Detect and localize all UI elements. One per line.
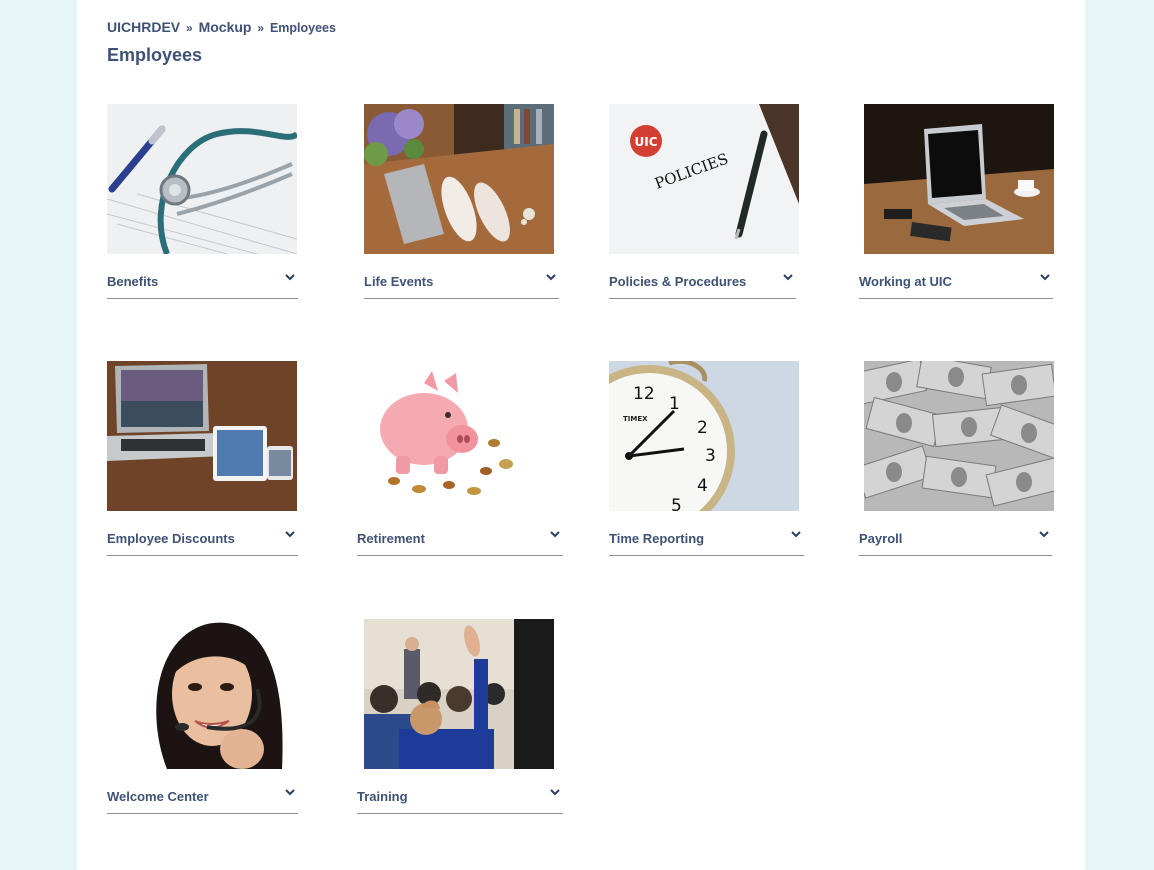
benefits-dropdown[interactable]: Benefits — [107, 270, 298, 299]
headset-agent-photo — [107, 619, 297, 769]
retirement-dropdown[interactable]: Retirement — [357, 527, 563, 556]
breadcrumb-mockup-link[interactable]: Mockup — [199, 19, 252, 35]
payroll-dropdown[interactable]: Payroll — [859, 527, 1052, 556]
clock-numeral: 5 — [671, 496, 682, 511]
chevron-down-icon — [1040, 274, 1050, 281]
chevron-down-icon — [550, 531, 560, 538]
breadcrumb-current: Employees — [269, 21, 336, 35]
clock-photo: 12 1 2 3 4 5 TIMEX — [609, 361, 799, 511]
tile-label: Benefits — [107, 274, 159, 289]
wedding-shoes-photo — [364, 104, 554, 254]
clock-numeral: 2 — [697, 418, 708, 438]
chevron-down-icon — [285, 789, 295, 796]
tile-label: Working at UIC — [859, 274, 952, 289]
tile-label: Training — [357, 789, 408, 804]
life-events-dropdown[interactable]: Life Events — [364, 270, 559, 299]
tile-label: Employee Discounts — [107, 531, 235, 546]
timex-brand: TIMEX — [623, 415, 648, 423]
chevron-down-icon — [1039, 531, 1049, 538]
chevron-down-icon — [783, 274, 793, 281]
tile-label: Welcome Center — [107, 789, 209, 804]
time-reporting-dropdown[interactable]: Time Reporting — [609, 527, 804, 556]
page-content: UICHRDEV » Mockup » Employees Employees — [77, 0, 1085, 870]
clock-numeral: 3 — [705, 446, 716, 466]
training-dropdown[interactable]: Training — [357, 785, 563, 814]
clock-numeral: 1 — [669, 394, 680, 414]
policies-dropdown[interactable]: Policies & Procedures — [609, 270, 796, 299]
policies-document-photo: UIC POLICIES — [609, 104, 799, 254]
tile-label: Time Reporting — [609, 531, 705, 546]
uic-logo-text: UIC — [634, 135, 657, 149]
tile-label: Retirement — [357, 531, 425, 546]
piggy-bank-photo — [364, 361, 554, 511]
breadcrumb-separator: » — [186, 21, 193, 35]
clock-numeral: 12 — [633, 384, 655, 404]
breadcrumb-separator: » — [257, 21, 265, 35]
classroom-photo — [364, 619, 554, 769]
devices-photo — [107, 361, 297, 511]
breadcrumb: UICHRDEV » Mockup » Employees — [107, 19, 336, 35]
laptop-photo — [864, 104, 1054, 254]
dollar-bills-photo — [864, 361, 1054, 511]
working-at-uic-dropdown[interactable]: Working at UIC — [859, 270, 1053, 299]
chevron-down-icon — [550, 789, 560, 796]
tile-label: Policies & Procedures — [609, 274, 747, 289]
tile-label: Payroll — [859, 531, 903, 546]
tile-label: Life Events — [364, 274, 434, 289]
employee-discounts-dropdown[interactable]: Employee Discounts — [107, 527, 298, 556]
chevron-down-icon — [546, 274, 556, 281]
breadcrumb-root-link[interactable]: UICHRDEV — [107, 19, 180, 35]
welcome-center-dropdown[interactable]: Welcome Center — [107, 785, 298, 814]
clock-numeral: 4 — [697, 476, 708, 496]
chevron-down-icon — [791, 531, 801, 538]
chevron-down-icon — [285, 274, 295, 281]
stethoscope-photo — [107, 104, 297, 254]
chevron-down-icon — [285, 531, 295, 538]
page-title: Employees — [107, 45, 203, 65]
